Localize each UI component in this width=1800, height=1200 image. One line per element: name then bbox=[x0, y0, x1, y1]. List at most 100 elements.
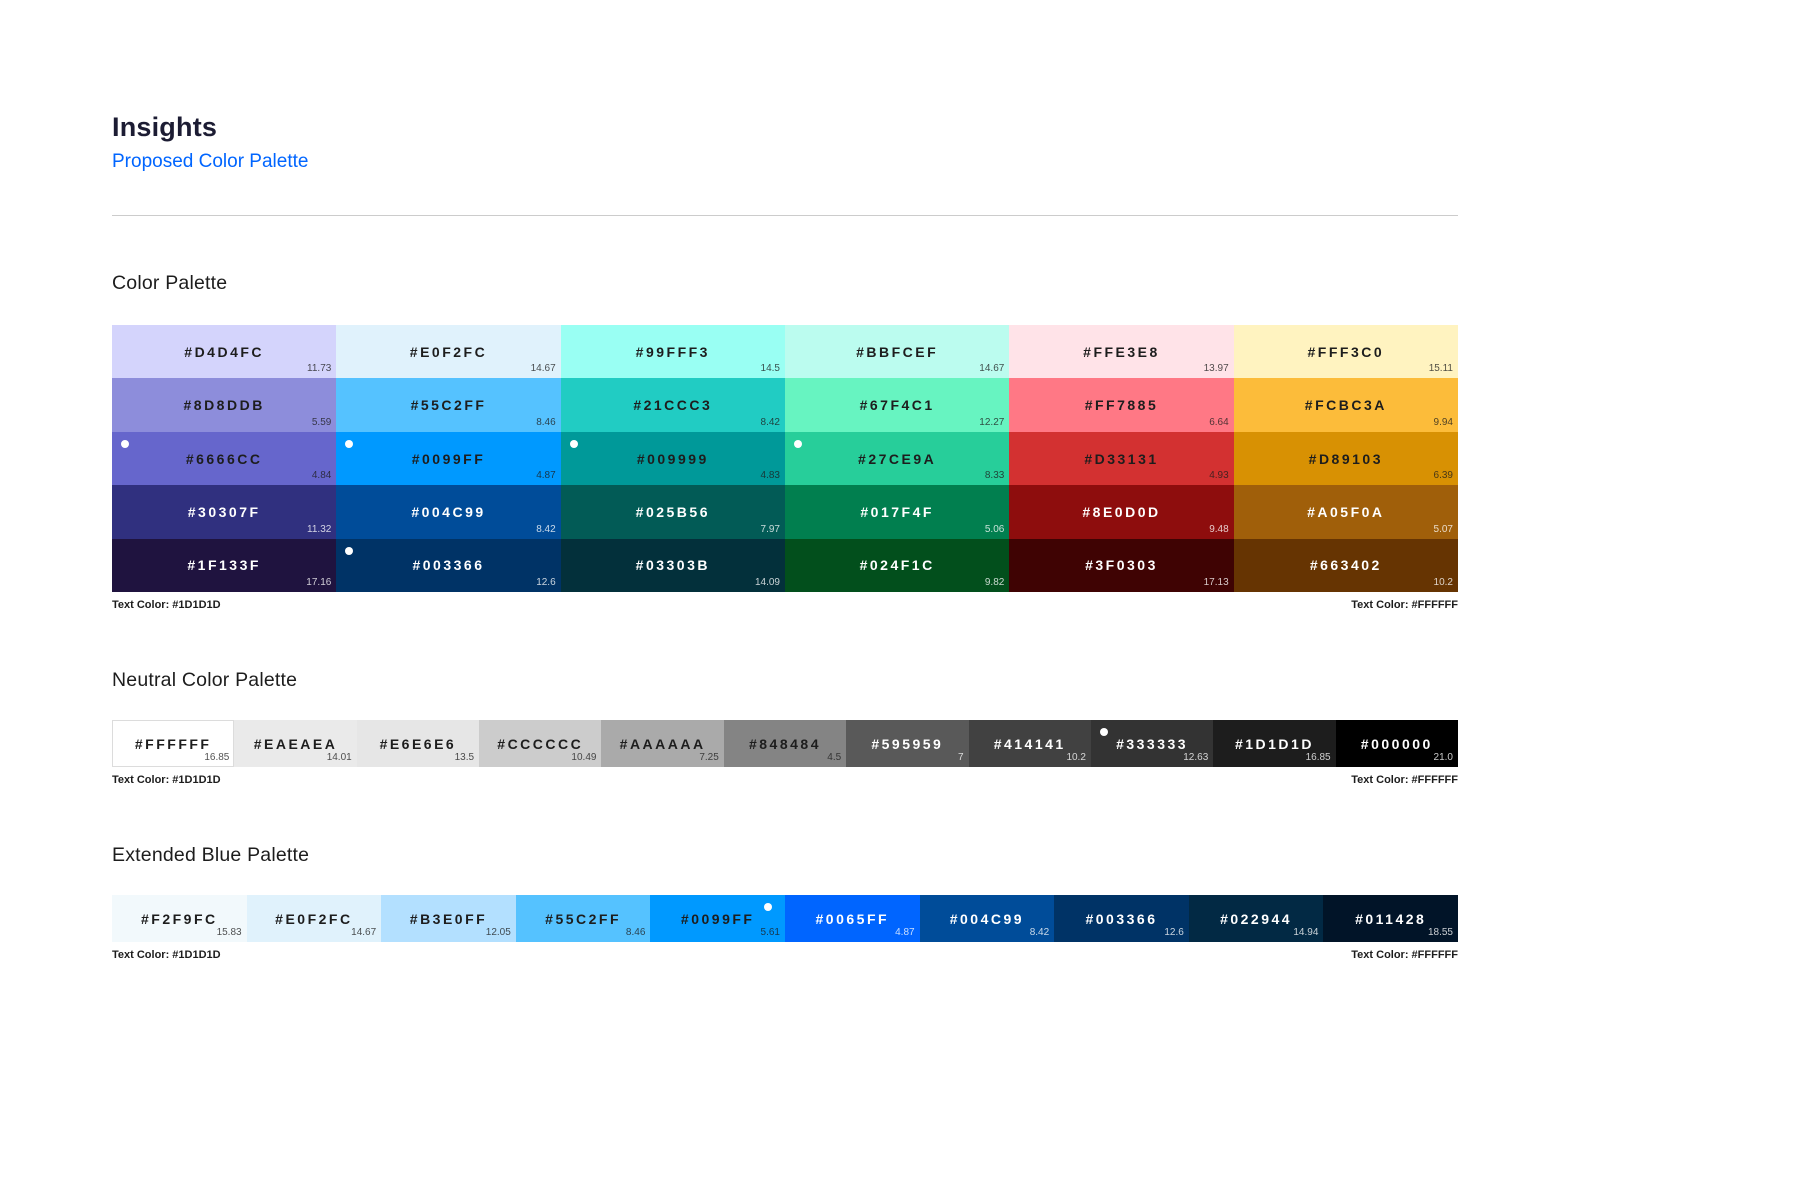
section-neutral-palette: Neutral Color Palette #FFFFFF 16.85 #EAEAE… bbox=[112, 669, 1458, 786]
color-swatch: #27CE9A 8.33 bbox=[784, 431, 1010, 486]
color-swatch: #E6E6E6 13.5 bbox=[356, 720, 480, 767]
selected-color-dot bbox=[121, 439, 129, 448]
selected-color-dot bbox=[1099, 728, 1108, 736]
neutral-palette-captions: Text Color: #1D1D1D Text Color: #FFFFFF bbox=[112, 774, 1458, 786]
swatch-hex-label: #004C99 bbox=[411, 503, 486, 520]
swatch-hex-label: #8D8DDB bbox=[183, 397, 265, 414]
swatch-hex-label: #025B56 bbox=[635, 503, 710, 520]
swatch-hex-label: #017F4F bbox=[860, 503, 934, 520]
swatch-contrast-ratio: 4.5 bbox=[827, 752, 842, 763]
color-swatch: #595959 7 bbox=[846, 720, 969, 767]
swatch-contrast-ratio: 12.6 bbox=[536, 577, 556, 588]
swatch-contrast-ratio: 8.42 bbox=[1029, 927, 1050, 938]
color-swatch: #022944 14.94 bbox=[1188, 895, 1324, 942]
color-swatch: #55C2FF 8.46 bbox=[515, 895, 651, 942]
color-swatch: #E0F2FC 14.67 bbox=[246, 895, 382, 942]
swatch-contrast-ratio: 7 bbox=[957, 752, 964, 763]
swatch-hex-label: #848484 bbox=[748, 735, 821, 752]
selected-color-dot bbox=[345, 439, 354, 448]
swatch-hex-label: #D4D4FC bbox=[184, 343, 265, 360]
text-color-caption-light: Text Color: #FFFFFF bbox=[1351, 774, 1458, 786]
swatch-hex-label: #003366 bbox=[412, 557, 485, 574]
color-swatch: #FF7885 6.64 bbox=[1009, 378, 1234, 432]
swatch-contrast-ratio: 12.63 bbox=[1183, 752, 1209, 763]
color-swatch: #1F133F 17.16 bbox=[112, 538, 337, 592]
swatch-hex-label: #663402 bbox=[1309, 557, 1382, 574]
swatch-hex-label: #A05F0A bbox=[1307, 503, 1385, 520]
extended-blue-palette-grid: #F2F9FC 15.83 #E0F2FC 14.67 #B3E0FF 12.05 #55C… bbox=[112, 895, 1458, 942]
swatch-contrast-ratio: 14.67 bbox=[979, 363, 1005, 375]
swatch-contrast-ratio: 8.33 bbox=[984, 470, 1005, 482]
swatch-contrast-ratio: 17.16 bbox=[306, 577, 332, 588]
swatch-contrast-ratio: 4.83 bbox=[760, 470, 780, 482]
color-swatch: #848484 4.5 bbox=[723, 720, 847, 767]
color-swatch: #21CCC3 8.42 bbox=[560, 378, 785, 432]
swatch-hex-label: #BBFCEF bbox=[856, 343, 939, 360]
swatch-hex-label: #0065FF bbox=[815, 910, 890, 927]
swatch-hex-label: #D89103 bbox=[1308, 450, 1383, 467]
swatch-contrast-ratio: 8.42 bbox=[760, 416, 780, 428]
color-swatch: #BBFCEF 14.67 bbox=[784, 325, 1010, 379]
swatch-contrast-ratio: 8.42 bbox=[536, 523, 556, 535]
swatch-hex-label: #F2F9FC bbox=[140, 910, 218, 927]
swatch-contrast-ratio: 16.85 bbox=[1305, 752, 1331, 763]
swatch-hex-label: #FCBC3A bbox=[1304, 397, 1387, 414]
color-swatch: #A05F0A 5.07 bbox=[1233, 485, 1458, 539]
swatch-hex-label: #3F0303 bbox=[1085, 557, 1158, 574]
swatch-hex-label: #004C99 bbox=[949, 910, 1025, 927]
swatch-contrast-ratio: 16.85 bbox=[204, 752, 230, 763]
swatch-hex-label: #99FFF3 bbox=[635, 343, 710, 360]
swatch-hex-label: #03303B bbox=[635, 557, 710, 574]
swatch-hex-label: #333333 bbox=[1116, 735, 1189, 752]
color-swatch: #003366 12.6 bbox=[336, 538, 561, 592]
color-swatch: #1D1D1D 16.85 bbox=[1213, 720, 1336, 767]
swatch-hex-label: #0099FF bbox=[411, 450, 486, 467]
swatch-contrast-ratio: 18.55 bbox=[1427, 927, 1453, 938]
swatch-hex-label: #1F133F bbox=[187, 557, 261, 574]
swatch-hex-label: #011428 bbox=[1355, 910, 1427, 927]
text-color-caption-dark: Text Color: #1D1D1D bbox=[112, 599, 221, 611]
color-swatch: #000000 21.0 bbox=[1335, 720, 1458, 767]
swatch-contrast-ratio: 15.11 bbox=[1428, 363, 1453, 375]
text-color-caption-light: Text Color: #FFFFFF bbox=[1351, 949, 1458, 961]
text-color-caption-light: Text Color: #FFFFFF bbox=[1351, 599, 1458, 611]
section-extended-blue-palette: Extended Blue Palette #F2F9FC 15.83 #E0F2F… bbox=[112, 844, 1458, 961]
color-palette-section-title: Color Palette bbox=[112, 272, 228, 295]
neutral-palette-section-title: Neutral Color Palette bbox=[112, 669, 298, 691]
extended-blue-palette-captions: Text Color: #1D1D1D Text Color: #FFFFFF bbox=[112, 949, 1458, 961]
color-swatch: #B3E0FF 12.05 bbox=[381, 895, 516, 942]
color-swatch: #333333 12.63 bbox=[1090, 720, 1214, 767]
swatch-hex-label: #022944 bbox=[1220, 910, 1293, 927]
swatch-hex-label: #CCCCCC bbox=[497, 735, 584, 752]
color-swatch: #FFFFFF 16.85 bbox=[112, 720, 235, 767]
swatch-contrast-ratio: 10.49 bbox=[571, 752, 597, 763]
color-swatch: #0099FF 4.87 bbox=[336, 431, 561, 486]
color-swatch: #004C99 8.42 bbox=[919, 895, 1055, 942]
page-title: Insights bbox=[112, 112, 218, 142]
swatch-contrast-ratio: 17.13 bbox=[1203, 577, 1229, 588]
swatch-hex-label: #000000 bbox=[1360, 735, 1433, 752]
swatch-contrast-ratio: 14.09 bbox=[754, 577, 780, 588]
swatch-hex-label: #FFFFFF bbox=[134, 735, 212, 752]
swatch-hex-label: #595959 bbox=[871, 735, 944, 752]
swatch-hex-label: #FFF3C0 bbox=[1307, 343, 1385, 360]
swatch-hex-label: #55C2FF bbox=[545, 910, 622, 927]
swatch-contrast-ratio: 10.2 bbox=[1066, 752, 1086, 763]
swatch-hex-label: #414141 bbox=[993, 735, 1066, 752]
color-swatch: #CCCCCC 10.49 bbox=[479, 720, 602, 767]
color-swatch: #D89103 6.39 bbox=[1233, 431, 1458, 486]
color-palette-grid: #D4D4FC 11.73 #E0F2FC 14.67 #99FFF3 14.5 #BBFC… bbox=[112, 325, 1458, 592]
swatch-contrast-ratio: 5.61 bbox=[760, 927, 780, 938]
color-swatch: #55C2FF 8.46 bbox=[336, 378, 561, 432]
swatch-contrast-ratio: 7.25 bbox=[699, 752, 719, 763]
swatch-contrast-ratio: 4.84 bbox=[311, 470, 332, 482]
swatch-hex-label: #E0F2FC bbox=[275, 910, 353, 927]
color-swatch: #663402 10.2 bbox=[1233, 538, 1458, 592]
color-swatch: #8D8DDB 5.59 bbox=[112, 378, 337, 432]
text-color-caption-dark: Text Color: #1D1D1D bbox=[112, 949, 221, 961]
swatch-hex-label: #E6E6E6 bbox=[379, 735, 457, 752]
swatch-hex-label: #27CE9A bbox=[858, 450, 937, 467]
swatch-hex-label: #024F1C bbox=[859, 557, 935, 574]
swatch-contrast-ratio: 14.94 bbox=[1293, 927, 1319, 938]
color-swatch: #024F1C 9.82 bbox=[784, 538, 1010, 592]
